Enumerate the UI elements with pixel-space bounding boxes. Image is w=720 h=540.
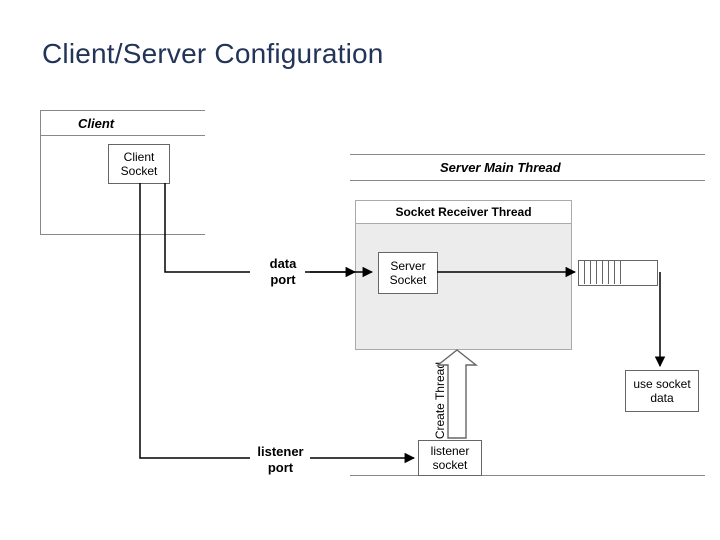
client-bottom-rule	[40, 234, 205, 235]
listener-socket-box: listener socket	[418, 440, 482, 476]
diagram-stage: Client/Server Configuration Client Clien…	[0, 0, 720, 540]
client-label: Client	[78, 116, 114, 132]
server-socket-box: Server Socket	[378, 252, 438, 294]
receiver-thread-title: Socket Receiver Thread	[395, 205, 531, 219]
create-thread-label: Create Thread	[433, 362, 447, 439]
server-main-label: Server Main Thread	[440, 160, 561, 176]
client-socket-box: Client Socket	[108, 144, 170, 184]
use-socket-data-box: use socket data	[625, 370, 699, 412]
server-top-rule	[350, 154, 705, 155]
receiver-thread-header: Socket Receiver Thread	[355, 200, 572, 224]
page-title: Client/Server Configuration	[42, 38, 384, 70]
listener-socket-label: listener socket	[431, 444, 470, 473]
queue-graphic	[578, 260, 656, 284]
client-top-rule	[40, 110, 205, 111]
data-port-label: data port	[263, 256, 303, 287]
server-socket-label: Server Socket	[390, 259, 427, 288]
client-mid-rule	[40, 135, 205, 136]
server-bottom-rule	[350, 475, 705, 476]
client-left-rule	[40, 110, 41, 234]
listener-port-label: listener port	[253, 444, 308, 475]
client-socket-label: Client Socket	[121, 150, 158, 179]
server-mid-rule	[350, 180, 705, 181]
use-socket-data-label: use socket data	[633, 377, 690, 406]
